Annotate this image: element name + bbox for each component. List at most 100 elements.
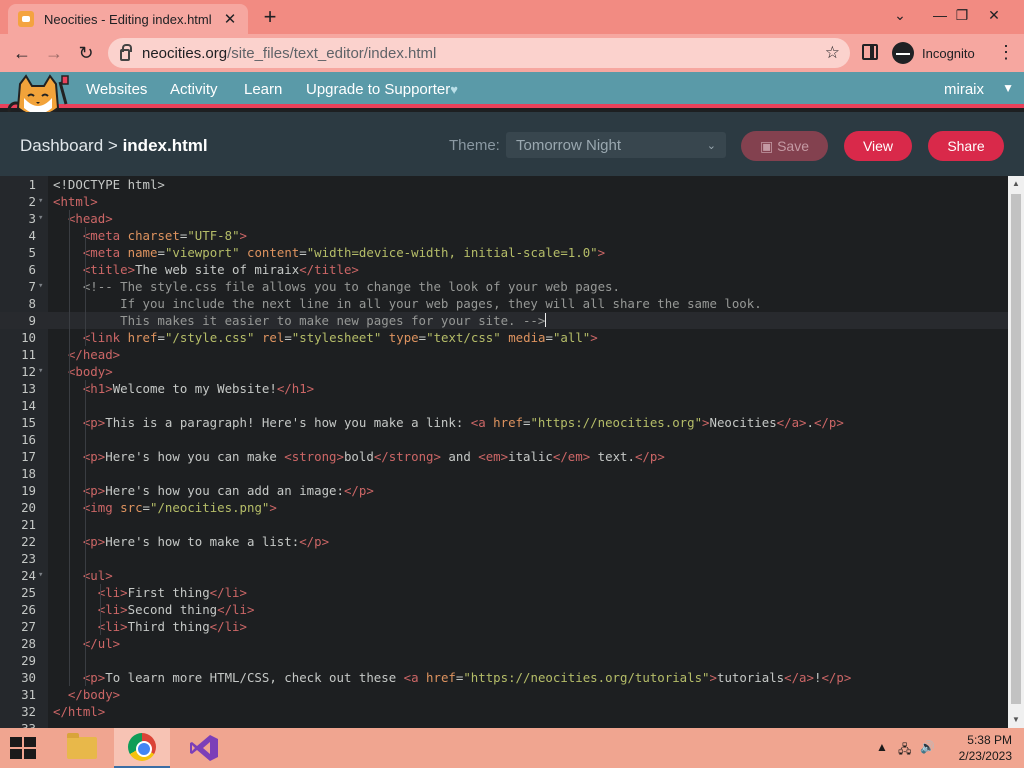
code-line[interactable]: 4 <meta charset="UTF-8">	[0, 227, 1008, 244]
windows-start-icon[interactable]	[10, 737, 36, 759]
code-line[interactable]: 13 <h1>Welcome to my Website!</h1>	[0, 380, 1008, 397]
line-number: 33	[0, 720, 36, 728]
fold-arrow-icon[interactable]: ▾	[38, 363, 48, 380]
line-number: 30	[21, 670, 36, 685]
code-line[interactable]: 18	[0, 465, 1008, 482]
theme-select-value: Tomorrow Night	[516, 136, 622, 154]
fold-arrow-icon[interactable]: ▾	[38, 210, 48, 227]
file-explorer-button[interactable]	[54, 728, 110, 768]
chevron-down-icon[interactable]: ▼	[1002, 81, 1014, 95]
line-number: 17	[21, 449, 36, 464]
clock-date: 2/23/2023	[958, 749, 1012, 763]
code-text: </html>	[53, 704, 106, 719]
code-line[interactable]: 31 </body>	[0, 686, 1008, 703]
scroll-up-icon[interactable]: ▲	[1008, 176, 1024, 192]
fold-arrow-icon[interactable]: ▾	[38, 193, 48, 210]
line-number: 18	[21, 466, 36, 481]
tab-search-icon[interactable]: ⌄	[878, 0, 922, 30]
code-text: <!DOCTYPE html>	[53, 177, 165, 192]
code-line[interactable]: 14	[0, 397, 1008, 414]
code-line[interactable]: 6 <title>The web site of miraix</title>	[0, 261, 1008, 278]
chrome-taskbar-button[interactable]	[114, 728, 170, 768]
save-label: Save	[777, 138, 810, 154]
code-text: If you include the next line in all your…	[53, 296, 762, 311]
code-line[interactable]: 9 This makes it easier to make new pages…	[0, 312, 1008, 329]
breadcrumb-dashboard[interactable]: Dashboard	[20, 136, 103, 155]
code-line[interactable]: 26 <li>Second thing</li>	[0, 601, 1008, 618]
code-line[interactable]: 8 If you include the next line in all yo…	[0, 295, 1008, 312]
code-line[interactable]: 20 <img src="/neocities.png">	[0, 499, 1008, 516]
view-button[interactable]: View	[844, 131, 912, 161]
browser-menu-icon[interactable]: ⋮	[996, 42, 1016, 63]
bookmark-star-icon[interactable]: ☆	[825, 43, 840, 63]
editor-scrollbar[interactable]: ▲ ▼	[1008, 176, 1024, 728]
code-text: <p>To learn more HTML/CSS, check out the…	[82, 670, 852, 685]
line-number: 8	[28, 296, 36, 311]
code-line[interactable]: 24 ▾ <ul>	[0, 567, 1008, 584]
code-line[interactable]: 5 <meta name="viewport" content="width=d…	[0, 244, 1008, 261]
nav-link-upgrade[interactable]: Upgrade to Supporter♥	[306, 81, 458, 98]
code-line[interactable]: 1 <!DOCTYPE html>	[0, 176, 1008, 193]
line-number: 9	[28, 313, 36, 328]
line-number: 15	[21, 415, 36, 430]
code-line[interactable]: 11 </head>	[0, 346, 1008, 363]
line-number: 10	[21, 330, 36, 345]
code-line[interactable]: 15 <p>This is a paragraph! Here's how yo…	[0, 414, 1008, 431]
code-line[interactable]: 10 <link href="/style.css" rel="styleshe…	[0, 329, 1008, 346]
lock-icon[interactable]	[120, 44, 132, 61]
code-line[interactable]: 33	[0, 720, 1008, 728]
line-number: 5	[28, 245, 36, 260]
code-line[interactable]: 12 ▾ <body>	[0, 363, 1008, 380]
scroll-down-icon[interactable]: ▼	[1008, 712, 1024, 728]
user-menu[interactable]: miraix	[944, 81, 984, 98]
code-line[interactable]: 3 ▾ <head>	[0, 210, 1008, 227]
code-text: </body>	[67, 687, 121, 702]
visual-studio-button[interactable]	[176, 728, 232, 768]
code-line[interactable]: 28 </ul>	[0, 635, 1008, 652]
code-line[interactable]: 22 <p>Here's how to make a list:</p>	[0, 533, 1008, 550]
browser-tab[interactable]: Neocities - Editing index.html ✕	[8, 4, 248, 34]
code-line[interactable]: 29	[0, 652, 1008, 669]
code-line[interactable]: 2 ▾ <html>	[0, 193, 1008, 210]
back-arrow-icon[interactable]: ←	[10, 41, 34, 65]
new-tab-button[interactable]: +	[258, 5, 282, 29]
breadcrumb-file: index.html	[122, 136, 208, 155]
code-line[interactable]: 19 <p>Here's how you can add an image:</…	[0, 482, 1008, 499]
theme-select[interactable]: Tomorrow Night ⌄	[506, 132, 726, 158]
code-line[interactable]: 17 <p>Here's how you can make <strong>bo…	[0, 448, 1008, 465]
code-line[interactable]: 7 ▾ <!-- The style.css file allows you to…	[0, 278, 1008, 295]
tab-close-icon[interactable]: ✕	[222, 10, 238, 28]
code-line[interactable]: 23	[0, 550, 1008, 567]
line-number: 23	[21, 551, 36, 566]
code-line[interactable]: 25 <li>First thing</li>	[0, 584, 1008, 601]
incognito-indicator[interactable]: Incognito	[892, 40, 975, 66]
save-button[interactable]: ▣ Save	[741, 131, 828, 161]
fold-arrow-icon[interactable]: ▾	[38, 278, 48, 295]
omnibox[interactable]: neocities.org/site_files/text_editor/ind…	[108, 38, 850, 68]
taskbar: ▲ 🖧 🔊 5:38 PM 2/23/2023	[0, 728, 1024, 768]
nav-link-learn[interactable]: Learn	[244, 81, 282, 98]
line-number: 16	[21, 432, 36, 447]
network-icon[interactable]: 🖧	[898, 740, 911, 761]
line-number: 31	[21, 687, 36, 702]
code-line[interactable]: 16	[0, 431, 1008, 448]
forward-arrow-icon[interactable]: →	[42, 41, 66, 65]
nav-link-activity[interactable]: Activity	[170, 81, 218, 98]
reload-icon[interactable]: ↻	[74, 41, 98, 65]
taskbar-clock[interactable]: 5:38 PM 2/23/2023	[932, 732, 1012, 764]
folder-icon	[67, 733, 97, 759]
code-line[interactable]: 30 <p>To learn more HTML/CSS, check out …	[0, 669, 1008, 686]
share-button[interactable]: Share	[928, 131, 1004, 161]
close-window-button[interactable]: ✕	[972, 0, 1016, 30]
code-line[interactable]: 27 <li>Third thing</li>	[0, 618, 1008, 635]
side-panel-icon[interactable]	[862, 44, 878, 60]
code-line[interactable]: 21	[0, 516, 1008, 533]
code-line[interactable]: 32 </html>	[0, 703, 1008, 720]
tray-overflow-icon[interactable]: ▲	[876, 740, 888, 754]
nav-link-websites[interactable]: Websites	[86, 81, 147, 98]
code-text: <html>	[53, 194, 98, 209]
code-editor[interactable]: 1 <!DOCTYPE html> 2 ▾ <html> 3 ▾ <head> 4 <meta…	[0, 176, 1008, 728]
scrollbar-thumb[interactable]	[1011, 194, 1021, 704]
fold-arrow-icon[interactable]: ▾	[38, 567, 48, 584]
line-number: 19	[21, 483, 36, 498]
